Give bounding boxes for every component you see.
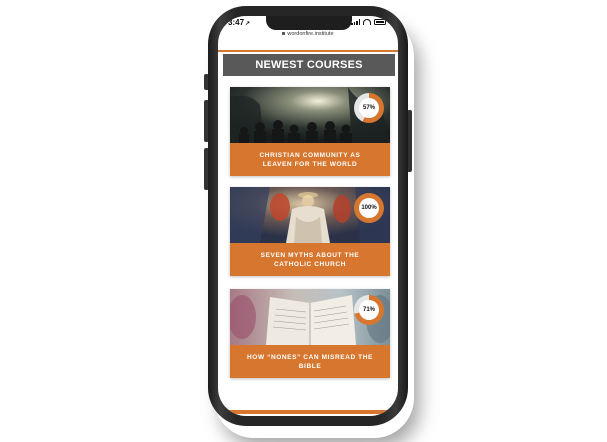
progress-label: 100% <box>361 205 377 211</box>
url-text: wordonfire.institute <box>287 31 334 37</box>
lock-icon <box>282 32 286 36</box>
accent-strip-bottom <box>218 410 398 414</box>
progress-ring: 100% <box>354 193 384 223</box>
course-title-bar: How “Nones” Can Misread the Bible <box>230 345 390 378</box>
cellular-signal-icon <box>351 19 360 25</box>
course-title-bar: Seven Myths About the Catholic Church <box>230 243 390 276</box>
course-card[interactable]: 71% How “Nones” Can Misread the Bible <box>230 289 390 378</box>
phone-notch <box>266 16 352 30</box>
status-time: 3:47↗ <box>228 18 251 27</box>
section-header: NEWEST COURSES <box>223 54 395 76</box>
course-title-bar: Christian Community as Leaven for the Wo… <box>230 143 390 176</box>
progress-label: 71% <box>362 307 375 313</box>
course-title: Seven Myths About the Catholic Church <box>260 251 360 268</box>
status-icons <box>351 19 386 25</box>
address-bar[interactable]: wordonfire.institute <box>218 31 398 37</box>
course-title: Christian Community as Leaven for the Wo… <box>259 151 361 168</box>
course-title: How “Nones” Can Misread the Bible <box>247 353 373 370</box>
accent-strip-top <box>218 50 398 52</box>
progress-label: 57% <box>362 105 375 111</box>
course-card[interactable]: 57% Christian Community as Leaven for th… <box>230 87 390 176</box>
progress-ring: 71% <box>354 295 384 325</box>
progress-ring: 57% <box>354 93 384 123</box>
phone-screen: 3:47↗ wordonfire.institute NEWEST COURSE… <box>218 16 398 416</box>
wifi-icon <box>363 19 371 25</box>
battery-icon <box>374 19 386 25</box>
course-card[interactable]: 100% Seven Myths About the Catholic Chur… <box>230 187 390 276</box>
section-title: NEWEST COURSES <box>255 59 363 71</box>
